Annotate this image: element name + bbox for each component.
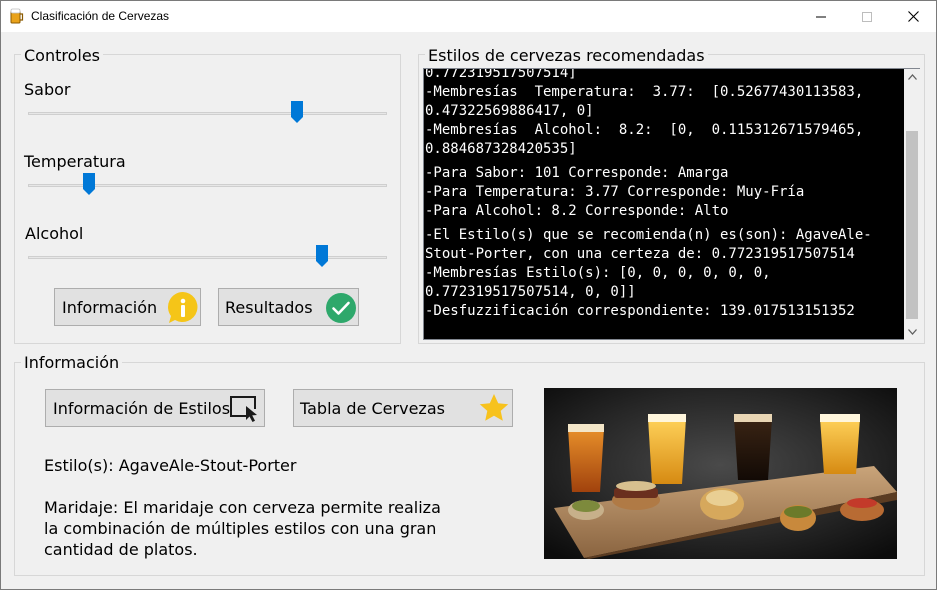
console-line: -Membresías Temperatura: 3.77: [0.526774… [425,84,864,100]
console-line: Stout-Porter, con una certeza de: 0.7723… [425,246,855,262]
results-button[interactable]: Resultados [218,288,359,326]
alcohol-slider[interactable] [28,245,387,269]
pairing-line: cantidad de platos. [44,540,198,559]
scroll-up-button[interactable] [904,69,920,85]
slider-thumb[interactable] [291,101,304,123]
sabor-label: Sabor [24,80,71,99]
pairing-line: la combinación de múltiples estilos con … [44,519,437,538]
styles-info-button-label: Información de Estilos [53,399,231,418]
console-line: -Membresías Alcohol: 8.2: [0, 0.11531267… [425,122,864,138]
close-button[interactable] [890,1,936,32]
title-bar[interactable]: Clasificación de Cervezas [1,1,936,32]
beer-table-button-label: Tabla de Cervezas [300,399,445,418]
console-line: -Para Alcohol: 8.2 Corresponde: Alto [425,203,729,219]
style-result-text: Estilo(s): AgaveAle-Stout-Porter [44,456,297,475]
beer-table-button[interactable]: Tabla de Cervezas [293,389,513,427]
pairing-line: Maridaje: El maridaje con cerveza permit… [44,498,441,517]
close-icon [907,11,919,22]
chevron-up-icon [907,74,917,80]
styles-info-button[interactable]: Información de Estilos [45,389,265,427]
console-line: 0.772319517507514, 0, 0]] [425,284,636,300]
slider-track [28,112,387,115]
slider-thumb[interactable] [316,245,329,267]
beer-mug-icon [10,8,24,24]
slider-track [28,256,387,259]
results-console[interactable]: 0.772319517507514] -Membresías Temperatur… [423,68,920,340]
chevron-down-icon [907,329,917,335]
maximize-icon [862,11,872,22]
results-button-label: Resultados [225,298,313,317]
alcohol-label: Alcohol [25,224,84,243]
console-line: 0.772319517507514] [425,68,577,81]
minimize-button[interactable] [798,1,844,32]
console-line: -Membresías Estilo(s): [0, 0, 0, 0, 0, 0… [425,265,771,281]
scroll-thumb[interactable] [906,131,918,319]
info-button[interactable]: Información [54,288,201,326]
cursor-window-icon [230,396,259,422]
star-icon [479,394,509,421]
slider-track [28,184,387,187]
info-button-label: Información [62,298,158,317]
slider-thumb[interactable] [83,173,96,195]
pairing-text: Maridaje: El maridaje con cerveza permit… [44,497,441,560]
console-line: -El Estilo(s) que se recomienda(n) es(so… [425,227,872,243]
console-line: -Para Temperatura: 3.77 Corresponde: Muy… [425,184,805,200]
checkmark-icon [326,293,356,323]
console-line: 0.884687328420535] [425,141,577,157]
sabor-slider[interactable] [28,101,387,125]
minimize-icon [816,16,826,17]
maximize-button[interactable] [844,1,890,32]
scroll-down-button[interactable] [904,324,920,340]
console-line: 0.47322569886417, 0] [425,103,594,119]
console-text: 0.772319517507514] -Membresías Temperatur… [425,68,903,321]
information-group-title: Información [21,353,123,372]
beer-flight-with-tapas-photo [544,388,897,559]
app-window: Clasificación de Cervezas Controles Sabo… [0,0,937,590]
info-icon [168,292,198,323]
console-line: -Para Sabor: 101 Corresponde: Amarga [425,165,729,181]
temperatura-label: Temperatura [24,152,126,171]
temperatura-slider[interactable] [28,173,387,197]
window-title: Clasificación de Cervezas [31,9,170,23]
controls-group-title: Controles [21,46,104,65]
recommended-group-title: Estilos de cervezas recomendadas [425,46,708,65]
console-line: -Desfuzzificación correspondiente: 139.0… [425,303,855,319]
console-scrollbar[interactable] [904,69,920,340]
